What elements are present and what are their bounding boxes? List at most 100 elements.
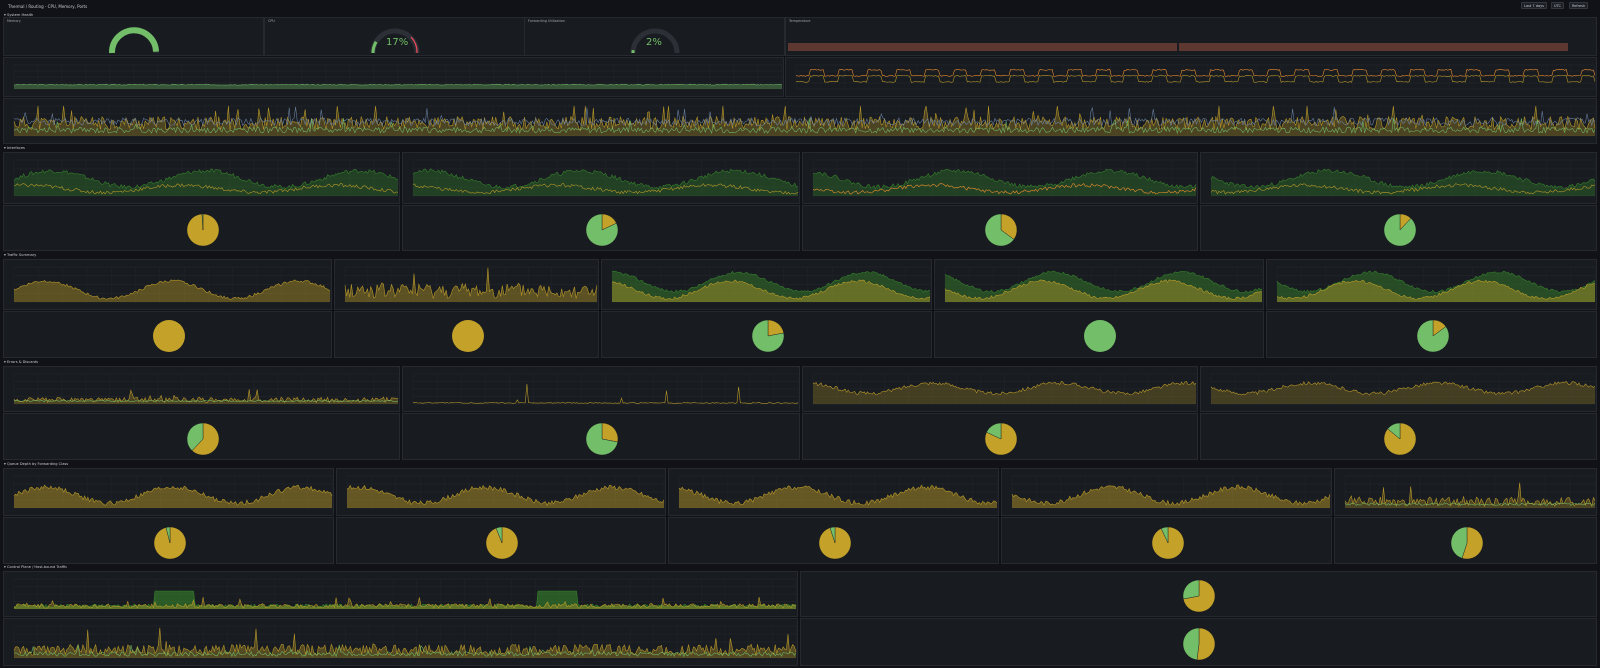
breadcrumb[interactable]: Thermal / Routing - CPU, Memory, Ports <box>8 4 87 9</box>
row-header[interactable]: ▾ Errors & Discards <box>4 359 38 365</box>
interface-traffic-panel[interactable] <box>402 152 800 204</box>
timeseries-chart[interactable] <box>335 260 599 310</box>
pie-chart[interactable] <box>1416 319 1450 353</box>
control-plane-panel[interactable] <box>3 571 798 617</box>
interface-pie-panel[interactable] <box>402 205 800 251</box>
timeseries-chart[interactable] <box>1201 367 1597 412</box>
pie-chart[interactable] <box>1182 579 1216 613</box>
timeseries-chart[interactable] <box>786 58 1597 97</box>
timeseries-chart[interactable] <box>1335 469 1597 516</box>
pie-chart[interactable] <box>585 422 619 456</box>
timeseries-chart[interactable] <box>4 153 400 204</box>
gauge[interactable] <box>104 23 164 56</box>
interface-traffic-panel[interactable] <box>3 152 400 204</box>
pie-slice[interactable] <box>1182 627 1200 661</box>
queue-depth-panel[interactable] <box>668 468 999 516</box>
pie-chart[interactable] <box>751 319 785 353</box>
timeseries-chart[interactable] <box>4 260 332 310</box>
timeseries-chart[interactable] <box>669 469 999 516</box>
timeseries-chart[interactable] <box>803 153 1198 204</box>
traffic-summary-pie-panel[interactable] <box>601 311 932 358</box>
traffic-summary-panel[interactable] <box>934 259 1264 310</box>
timeseries-chart[interactable] <box>4 99 1597 144</box>
traffic-summary-pie-panel[interactable] <box>3 311 332 358</box>
pie-chart[interactable] <box>186 213 220 247</box>
pie-chart[interactable] <box>1450 526 1484 560</box>
pie-chart[interactable] <box>1151 526 1185 560</box>
panel-title[interactable]: Memory <box>7 19 21 23</box>
timeseries-chart[interactable] <box>1002 469 1332 516</box>
gauge-panel[interactable]: CPU 17% <box>264 17 525 56</box>
errors-panel[interactable] <box>802 366 1198 412</box>
errors-pie-panel[interactable] <box>1200 413 1597 460</box>
panel-title[interactable]: Forwarding Utilization <box>528 19 565 23</box>
timeseries-chart[interactable] <box>403 153 800 204</box>
timeseries-chart[interactable] <box>602 260 932 310</box>
queue-depth-pie-panel[interactable] <box>336 517 666 564</box>
pie-chart[interactable] <box>818 526 852 560</box>
queue-depth-panel[interactable] <box>1001 468 1332 516</box>
refresh-button[interactable]: Refresh <box>1569 2 1589 9</box>
timeseries-chart[interactable] <box>1267 260 1597 310</box>
errors-panel[interactable] <box>1200 366 1597 412</box>
row-header[interactable]: ▾ Queue Depth by Forwarding Class <box>4 461 68 467</box>
timeseries-chart[interactable] <box>337 469 666 516</box>
errors-pie-panel[interactable] <box>802 413 1198 460</box>
timeseries-chart[interactable] <box>403 367 800 412</box>
errors-pie-panel[interactable] <box>402 413 800 460</box>
timeseries-chart[interactable] <box>4 58 784 97</box>
pie-chart[interactable] <box>186 422 220 456</box>
pie-chart[interactable] <box>451 319 485 353</box>
pie-chart[interactable] <box>1383 422 1417 456</box>
host-bound-panel[interactable] <box>3 618 798 666</box>
pie-chart[interactable] <box>1182 627 1216 661</box>
traffic-summary-pie-panel[interactable] <box>934 311 1264 358</box>
traffic-summary-pie-panel[interactable] <box>334 311 599 358</box>
timeseries-chart[interactable] <box>1201 153 1597 204</box>
interface-pie-panel[interactable] <box>1200 205 1597 251</box>
temperature-panel[interactable]: Temperature <box>785 17 1597 56</box>
pie-chart[interactable] <box>1383 213 1417 247</box>
pie-slice[interactable] <box>1182 579 1200 600</box>
pie-chart[interactable] <box>585 213 619 247</box>
pie-slice[interactable] <box>152 320 185 352</box>
time-range-picker[interactable]: Last 7 days <box>1521 2 1548 9</box>
pie-chart[interactable] <box>152 319 186 353</box>
traffic-summary-panel[interactable] <box>1266 259 1597 310</box>
pie-chart[interactable] <box>984 213 1018 247</box>
memory-timeseries-panel[interactable] <box>3 57 784 97</box>
traffic-summary-panel[interactable] <box>601 259 932 310</box>
gauge-panel[interactable]: Forwarding Utilization 2% <box>524 17 785 56</box>
control-plane-pie-panel[interactable] <box>800 571 1597 617</box>
pie-slice[interactable] <box>1084 320 1116 352</box>
gauge-panel[interactable]: Memory <box>3 17 264 56</box>
timeseries-chart[interactable] <box>4 469 334 516</box>
pie-chart[interactable] <box>485 526 519 560</box>
timeseries-chart[interactable] <box>4 367 400 412</box>
pie-slice[interactable] <box>1383 213 1416 247</box>
timeseries-chart[interactable] <box>935 260 1264 310</box>
timeseries-chart[interactable] <box>4 572 798 617</box>
panel-title[interactable]: CPU <box>268 19 275 23</box>
queue-depth-pie-panel[interactable] <box>3 517 334 564</box>
traffic-summary-panel[interactable] <box>334 259 599 310</box>
host-bound-pie-panel[interactable] <box>800 618 1597 666</box>
row-header[interactable]: ▾ Control Plane / Host-bound Traffic <box>4 564 67 570</box>
interface-traffic-panel[interactable] <box>802 152 1198 204</box>
queue-depth-panel[interactable] <box>1334 468 1597 516</box>
queue-depth-panel[interactable] <box>3 468 334 516</box>
timezone-button[interactable]: UTC <box>1551 2 1564 9</box>
timeseries-chart[interactable] <box>4 619 798 666</box>
temperature-timeseries-panel[interactable] <box>785 57 1597 97</box>
traffic-summary-pie-panel[interactable] <box>1266 311 1597 358</box>
queue-depth-panel[interactable] <box>336 468 666 516</box>
queue-depth-pie-panel[interactable] <box>1001 517 1332 564</box>
pie-slice[interactable] <box>451 320 484 352</box>
panel-title[interactable]: Temperature <box>789 19 810 23</box>
pie-chart[interactable] <box>1083 319 1117 353</box>
pie-slice[interactable] <box>601 422 619 443</box>
pie-slice[interactable] <box>1196 627 1216 661</box>
interface-pie-panel[interactable] <box>802 205 1198 251</box>
series-line[interactable] <box>795 74 1596 83</box>
errors-pie-panel[interactable] <box>3 413 400 460</box>
